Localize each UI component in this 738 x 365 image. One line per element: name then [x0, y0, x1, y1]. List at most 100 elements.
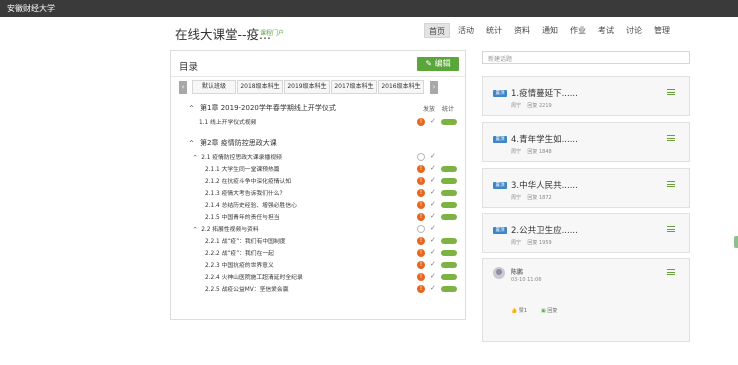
- comment-icon: ▣: [541, 308, 546, 314]
- chevron-right-icon[interactable]: ›: [430, 81, 438, 94]
- alert-icon: !: [417, 201, 425, 209]
- menu-icon[interactable]: [667, 135, 675, 141]
- alert-icon: !: [417, 189, 425, 197]
- chevron-up-icon[interactable]: ^: [189, 105, 194, 112]
- chevron-up-icon: ^: [193, 227, 198, 233]
- check-icon[interactable]: ✓: [430, 176, 436, 184]
- check-icon[interactable]: ✓: [430, 200, 436, 208]
- section-label: ^ 2.1 疫情防控思政大课录播视频: [193, 155, 282, 161]
- check-icon[interactable]: ✓: [430, 212, 436, 220]
- list-item[interactable]: 2.2.3 中国抗疫的世界意义 ! ✓: [171, 260, 465, 270]
- topic-title[interactable]: 1.疫情蔓延下......: [511, 87, 578, 99]
- stats-toggle-icon[interactable]: [441, 190, 457, 196]
- course-title[interactable]: 在线大课堂--疫...: [175, 24, 271, 43]
- tab-2016[interactable]: 2016级本科生: [378, 80, 424, 94]
- new-topic-placeholder: 新建话题: [488, 56, 513, 63]
- topic-card-1[interactable]: 置顶 1.疫情蔓延下...... 周宁 回复 2219: [482, 76, 690, 116]
- pinned-badge: 置顶: [493, 182, 507, 189]
- list-item[interactable]: 2.2.1 战“疫”：我们有中国制度 ! ✓: [171, 236, 465, 246]
- check-icon[interactable]: ✓: [430, 152, 436, 160]
- avatar[interactable]: [493, 267, 505, 279]
- list-item[interactable]: 2.2.4 火神山医院施工超清延时全纪录 ! ✓: [171, 272, 465, 282]
- topic-meta: 周宁 回复 1959: [511, 240, 552, 246]
- check-icon[interactable]: ✓: [430, 188, 436, 196]
- stats-toggle-icon[interactable]: [441, 214, 457, 220]
- lesson-label: 2.1.3 疫情大考告诉我们什么？: [205, 191, 286, 197]
- list-item[interactable]: 1.1 线上开学仪式视频 ! ✓: [171, 117, 465, 127]
- topic-card-3[interactable]: 置顶 3.中华人民共...... 周宁 回复 1872: [482, 168, 690, 208]
- list-item[interactable]: 2.2.5 战疫公益MV：坚信爱会赢 ! ✓: [171, 284, 465, 294]
- check-icon[interactable]: ✓: [430, 260, 436, 268]
- nav-resources[interactable]: 资料: [510, 23, 534, 38]
- stats-toggle-icon[interactable]: [441, 250, 457, 256]
- section-label: ^ 2.2 拓展性视频与资料: [193, 227, 259, 233]
- check-icon[interactable]: ✓: [430, 284, 436, 292]
- stats-toggle-icon[interactable]: [441, 178, 457, 184]
- new-topic-input[interactable]: 新建话题: [482, 51, 690, 64]
- check-icon[interactable]: ✓: [430, 248, 436, 256]
- side-scroll-handle[interactable]: [734, 236, 738, 248]
- nav-home[interactable]: 首页: [424, 23, 450, 38]
- chevron-left-icon[interactable]: ‹: [179, 81, 187, 94]
- stats-toggle-icon[interactable]: [441, 262, 457, 268]
- menu-icon[interactable]: [667, 89, 675, 95]
- chapter-1-title[interactable]: ^ 第1章 2019-2020学年春学期线上开学仪式: [189, 103, 336, 113]
- nav-manage[interactable]: 管理: [650, 23, 674, 38]
- check-icon[interactable]: ✓: [430, 117, 436, 125]
- like-button[interactable]: 👍 赞1: [511, 307, 527, 314]
- topic-card-4[interactable]: 置顶 2.公共卫生应...... 周宁 回复 1959: [482, 213, 690, 253]
- list-item[interactable]: 2.1.3 疫情大考告诉我们什么？ ! ✓: [171, 188, 465, 198]
- tab-2018[interactable]: 2018级本科生: [237, 80, 283, 94]
- pinned-badge: 置顶: [493, 136, 507, 143]
- list-item[interactable]: 2.1.2 在抗疫斗争中深化疫情认知 ! ✓: [171, 176, 465, 186]
- course-portal-link[interactable]: 课程门户: [260, 28, 284, 37]
- nav-exam[interactable]: 考试: [594, 23, 618, 38]
- topic-card-2[interactable]: 置顶 4.青年学生如...... 周宁 回复 1848: [482, 122, 690, 162]
- menu-icon[interactable]: [667, 226, 675, 232]
- list-item[interactable]: 2.2.2 战“疫”：我们在一起 ! ✓: [171, 248, 465, 258]
- list-item[interactable]: 2.1.1 大学生同一堂课预热篇 ! ✓: [171, 164, 465, 174]
- list-item[interactable]: 2.1.4 总结历史经验、增强必胜信心 ! ✓: [171, 200, 465, 210]
- nav-homework[interactable]: 作业: [566, 23, 590, 38]
- nav-statistics[interactable]: 统计: [482, 23, 506, 38]
- list-item[interactable]: 2.1.5 中国青年的责任与担当 ! ✓: [171, 212, 465, 222]
- stats-toggle-icon[interactable]: [441, 238, 457, 244]
- catalog-panel: 目录 ✎ 编辑 ‹ 默认班级 2018级本科生 2019级本科生 2017级本科…: [170, 50, 466, 320]
- tab-default-class[interactable]: 默认班级: [192, 80, 236, 94]
- alert-icon: !: [417, 165, 425, 173]
- check-icon[interactable]: ✓: [430, 224, 436, 232]
- menu-icon[interactable]: [667, 269, 675, 275]
- check-icon[interactable]: ✓: [430, 272, 436, 280]
- alert-icon: !: [417, 237, 425, 245]
- tab-2019[interactable]: 2019级本科生: [284, 80, 330, 94]
- stats-toggle-icon[interactable]: [441, 202, 457, 208]
- edit-button[interactable]: ✎ 编辑: [417, 57, 459, 71]
- topic-title[interactable]: 3.中华人民共......: [511, 179, 578, 191]
- topic-meta: 周宁 回复 1872: [511, 195, 552, 201]
- check-icon[interactable]: ✓: [430, 164, 436, 172]
- alert-icon: !: [417, 261, 425, 269]
- nav-discussion[interactable]: 讨论: [622, 23, 646, 38]
- alert-icon: !: [417, 213, 425, 221]
- nav-activity[interactable]: 活动: [454, 23, 478, 38]
- stats-toggle-icon[interactable]: [441, 166, 457, 172]
- col-publish: 发放: [423, 106, 436, 113]
- reply-button[interactable]: ▣ 回复: [541, 307, 557, 314]
- reply-author[interactable]: 陈鹏: [511, 267, 523, 276]
- chapter-2-title[interactable]: ^ 第2章 疫情防控思政大课: [189, 138, 277, 148]
- topic-title[interactable]: 4.青年学生如......: [511, 133, 578, 145]
- menu-icon[interactable]: [667, 181, 675, 187]
- list-item[interactable]: ^ 2.1 疫情防控思政大课录播视频 ✓: [171, 152, 465, 162]
- stats-toggle-icon[interactable]: [441, 274, 457, 280]
- pinned-badge: 置顶: [493, 227, 507, 234]
- topic-title[interactable]: 2.公共卫生应......: [511, 224, 578, 236]
- stats-toggle-icon[interactable]: [441, 286, 457, 292]
- list-item[interactable]: ^ 2.2 拓展性视频与资料 ✓: [171, 224, 465, 234]
- nav-notice[interactable]: 通知: [538, 23, 562, 38]
- edit-button-label: 编辑: [434, 59, 451, 68]
- topic-meta: 周宁 回复 1848: [511, 149, 552, 155]
- chevron-up-icon[interactable]: ^: [189, 140, 194, 147]
- tab-2017[interactable]: 2017级本科生: [331, 80, 377, 94]
- stats-toggle-icon[interactable]: [441, 119, 457, 125]
- check-icon[interactable]: ✓: [430, 236, 436, 244]
